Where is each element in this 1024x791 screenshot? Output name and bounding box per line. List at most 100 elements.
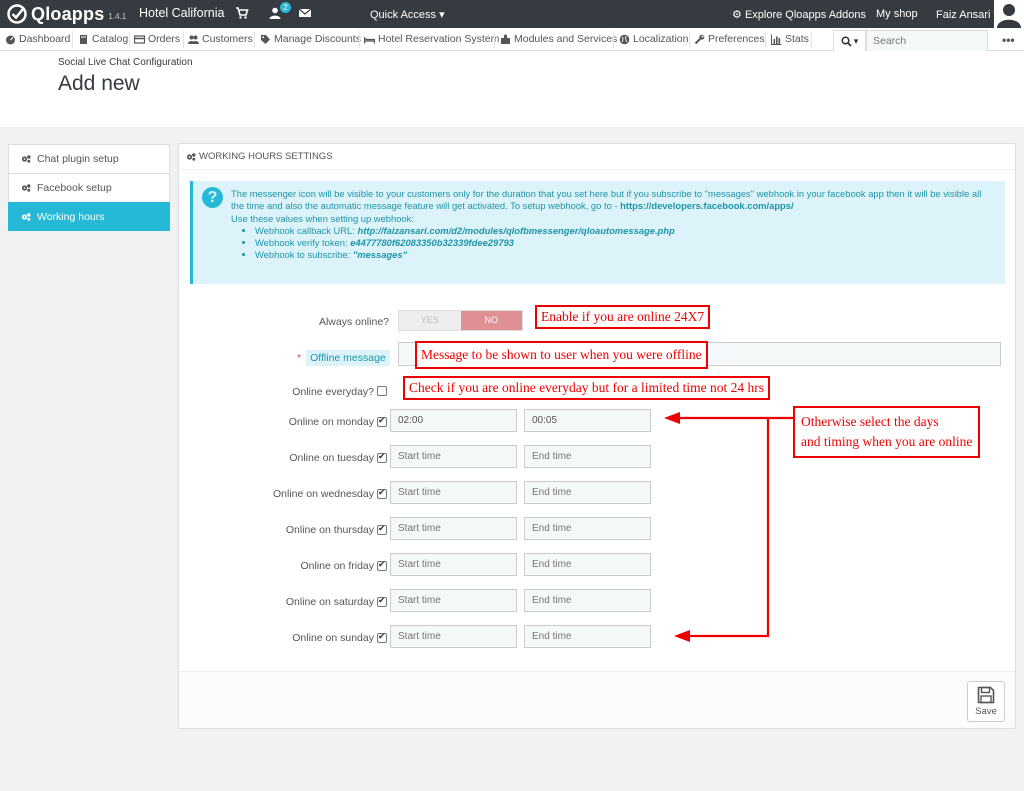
nav-manage-discounts[interactable]: Manage Discounts: [260, 33, 361, 45]
token-value: e4477780f62083350b32339fdee29793: [350, 237, 514, 249]
sidebar-item-facebook-setup[interactable]: Facebook setup: [8, 173, 170, 202]
sidebar-item-chat-plugin-setup[interactable]: Chat plugin setup: [8, 144, 170, 173]
nav-localization[interactable]: Localization: [619, 33, 688, 45]
breadcrumb[interactable]: Social Live Chat Configuration: [58, 57, 193, 68]
monday-start-input[interactable]: [390, 409, 517, 432]
tuesday-start-input[interactable]: [390, 445, 517, 468]
callback-value: http://faizansari.com/d2/modules/qlofbme…: [357, 224, 675, 236]
logo[interactable]: Qloapps 1.4.1: [6, 3, 126, 25]
toggle-no[interactable]: NO: [460, 311, 522, 330]
webhook-values-list: Webhook callback URL: http://faizansari.…: [255, 225, 995, 262]
alert-link[interactable]: https://developers.facebook.com/apps/: [620, 200, 793, 211]
cart-icon[interactable]: [235, 6, 249, 20]
saturday-start-input[interactable]: [390, 589, 517, 612]
thursday-start-input[interactable]: [390, 517, 517, 540]
monday-end-input[interactable]: [524, 409, 651, 432]
saturday-checkbox[interactable]: [377, 595, 387, 607]
nav-label: Orders: [148, 33, 181, 45]
list-item: Webhook verify token: e4477780f62083350b…: [255, 237, 995, 249]
toggle-yes[interactable]: YES: [399, 311, 461, 330]
friday-checkbox[interactable]: [377, 559, 387, 571]
nav-divider: [689, 31, 690, 48]
nav-catalog[interactable]: Catalog: [78, 33, 128, 45]
wednesday-start-input[interactable]: [390, 481, 517, 504]
friday-end-input[interactable]: [524, 553, 651, 576]
envelope-icon[interactable]: [298, 6, 312, 20]
explore-label: Explore Qloapps Addons: [744, 9, 867, 21]
nav-divider: [72, 31, 73, 48]
nav-customers[interactable]: Customers: [188, 33, 253, 45]
user-silhouette-icon: [997, 4, 1021, 28]
monday-checkbox[interactable]: [377, 415, 387, 427]
always-online-toggle[interactable]: YES NO: [398, 310, 523, 331]
search-input[interactable]: [866, 30, 988, 52]
sidebar-item-label: Facebook setup: [37, 182, 112, 194]
shop-name[interactable]: Hotel California: [139, 6, 224, 20]
nav-label: Stats: [785, 33, 809, 45]
wrench-icon: [694, 34, 705, 44]
caret-down-icon: ▾: [853, 35, 859, 46]
nav-divider: [129, 31, 130, 48]
wednesday-checkbox[interactable]: [377, 487, 387, 499]
puzzle-icon: ⚙: [732, 9, 742, 21]
nav-modules[interactable]: Modules and Services: [500, 33, 617, 45]
search-icon: [841, 35, 852, 47]
puzzle-icon: [501, 34, 510, 44]
save-button[interactable]: Save: [967, 681, 1005, 722]
panel-footer: [179, 671, 1015, 728]
friday-start-input[interactable]: [390, 553, 517, 576]
app-name: Qloapps: [31, 3, 105, 24]
nav-label: Hotel Reservation System: [378, 33, 500, 45]
question-icon: ?: [202, 187, 223, 208]
book-icon: [80, 34, 87, 44]
user-menu[interactable]: Faiz Ansari ▾: [936, 8, 999, 21]
credit-card-icon: [134, 34, 145, 44]
tuesday-end-input[interactable]: [524, 445, 651, 468]
nav-divider: [765, 31, 766, 48]
online-everyday-label: Online everyday?: [292, 386, 374, 398]
nav-preferences[interactable]: Preferences: [694, 33, 765, 45]
nav-hotel-reservation[interactable]: Hotel Reservation System: [364, 33, 499, 45]
search-type-dropdown[interactable]: ▾: [833, 30, 866, 52]
cogs-icon: [186, 152, 196, 161]
tuesday-checkbox[interactable]: [377, 451, 387, 463]
sunday-checkbox[interactable]: [377, 631, 387, 643]
page-header: Social Live Chat Configuration Add new: [0, 51, 1024, 127]
nav-stats[interactable]: Stats: [771, 33, 809, 45]
always-online-label: Always online?: [318, 316, 389, 328]
saturday-end-input[interactable]: [524, 589, 651, 612]
notification-badge: 2: [280, 2, 291, 13]
online-everyday-checkbox[interactable]: [377, 386, 387, 396]
sidebar-item-working-hours[interactable]: Working hours: [8, 202, 170, 231]
nav-divider: [254, 31, 255, 48]
sunday-start-input[interactable]: [390, 625, 517, 648]
sidebar-item-label: Chat plugin setup: [37, 153, 119, 165]
nav-dashboard[interactable]: Dashboard: [5, 33, 70, 45]
quick-access-dropdown[interactable]: Quick Access ▾: [370, 8, 445, 21]
nav-orders[interactable]: Orders: [134, 33, 180, 45]
wednesday-end-input[interactable]: [524, 481, 651, 504]
required-marker: *: [297, 352, 302, 364]
cogs-icon: [21, 155, 31, 163]
my-shop-link[interactable]: My shop: [876, 8, 918, 20]
nav-divider: [494, 31, 495, 48]
callback-label: Webhook callback URL:: [255, 224, 358, 236]
annotation-days-line2: and timing when you are online: [801, 434, 973, 449]
save-label: Save: [975, 706, 997, 717]
sidebar-item-label: Working hours: [37, 210, 105, 223]
qloapps-logo-icon: [7, 4, 27, 24]
globe-icon: [619, 34, 630, 44]
panel-title: WORKING HOURS SETTINGS: [199, 151, 333, 162]
offline-message-label: * Offline message: [297, 350, 390, 366]
avatar[interactable]: [994, 0, 1024, 28]
annotation-online-everyday: Check if you are online everyday but for…: [403, 376, 771, 400]
nav-label: Customers: [202, 33, 253, 45]
dashboard-icon: [6, 35, 15, 44]
thursday-end-input[interactable]: [524, 517, 651, 540]
more-options-icon[interactable]: •••: [1002, 33, 1015, 47]
sunday-end-input[interactable]: [524, 625, 651, 648]
explore-addons-link[interactable]: ⚙ Explore Qloapps Addons: [732, 8, 866, 21]
cogs-icon: [21, 212, 31, 221]
floppy-disk-icon: [977, 686, 995, 704]
thursday-checkbox[interactable]: [377, 523, 387, 535]
